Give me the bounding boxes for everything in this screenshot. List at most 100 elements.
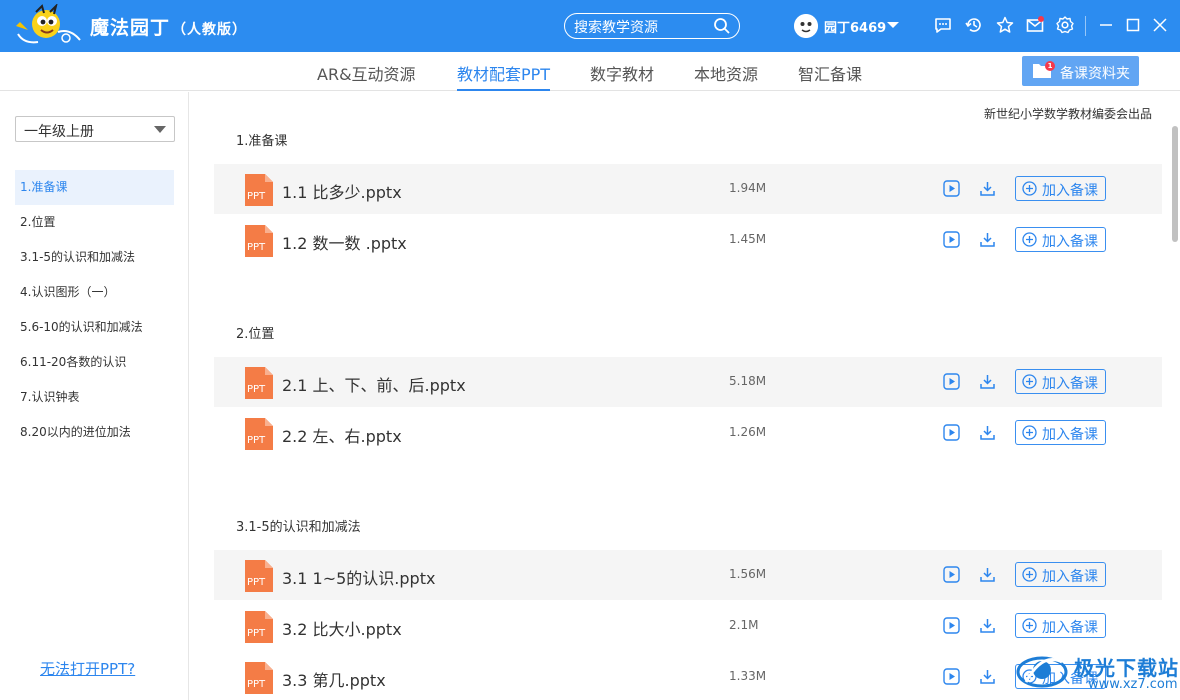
file-size: 1.26M	[729, 425, 767, 439]
sidebar-item-position[interactable]: 2.位置	[15, 205, 174, 240]
section-title: 2.位置	[236, 327, 275, 342]
search-box[interactable]: 搜索教学资源	[564, 13, 740, 39]
file-row[interactable]: PPT 2.1 上、下、前、后.pptx 5.18M 加入备课	[214, 357, 1162, 407]
avatar-face-icon	[794, 14, 818, 38]
minimize-icon[interactable]	[1096, 15, 1116, 35]
download-icon[interactable]	[979, 231, 996, 248]
sidebar: 一年级上册 1.准备课 2.位置 3.1-5的认识和加减法 4.认识图形（一） …	[0, 92, 189, 700]
add-to-prep-label: 加入备课	[1042, 620, 1098, 636]
sidebar-item-prep[interactable]: 1.准备课	[15, 170, 174, 205]
download-icon[interactable]	[979, 668, 996, 685]
preview-play-icon[interactable]	[943, 668, 960, 685]
plus-circle-icon	[1022, 374, 1037, 389]
sidebar-item-clock[interactable]: 7.认识钟表	[15, 380, 174, 415]
add-to-prep-button[interactable]: 加入备课	[1015, 227, 1106, 252]
section-title: 3.1-5的认识和加减法	[236, 520, 361, 535]
file-size: 5.18M	[729, 374, 767, 388]
preview-play-icon[interactable]	[943, 566, 960, 583]
add-to-prep-label: 加入备课	[1042, 569, 1098, 585]
file-row[interactable]: PPT 2.2 左、右.pptx 1.26M 加入备课	[214, 408, 1162, 458]
sidebar-item-shapes[interactable]: 4.认识图形（一）	[15, 275, 174, 310]
grade-select-value: 一年级上册	[24, 124, 94, 140]
watermark: 极光下载站 www.xz7.com	[1010, 640, 1178, 698]
star-icon[interactable]	[995, 15, 1015, 35]
file-name: 2.1 上、下、前、后.pptx	[282, 376, 466, 395]
add-to-prep-label: 加入备课	[1042, 234, 1098, 250]
preview-play-icon[interactable]	[943, 231, 960, 248]
tab-digital-textbook[interactable]: 数字教材	[590, 61, 654, 91]
tab-smart-prep[interactable]: 智汇备课	[798, 61, 862, 91]
app-title-text: 魔法园丁	[90, 17, 171, 39]
file-size: 1.45M	[729, 232, 767, 246]
file-name: 1.2 数一数 .pptx	[282, 234, 407, 253]
download-icon[interactable]	[979, 617, 996, 634]
notification-badge: 1	[1045, 61, 1055, 71]
file-row[interactable]: PPT 1.1 比多少.pptx 1.94M 加入备课	[214, 164, 1162, 214]
chevron-down-icon	[154, 126, 166, 133]
file-list: 新世纪小学数学教材编委会出品 1.准备课 PPT 1.1 比多少.pptx 1.…	[190, 92, 1180, 700]
mail-icon[interactable]	[1025, 15, 1045, 35]
plus-circle-icon	[1022, 181, 1037, 196]
search-input[interactable]: 搜索教学资源	[574, 17, 658, 37]
ppt-file-icon: PPT	[245, 225, 273, 257]
gear-icon[interactable]	[1055, 15, 1075, 35]
tab-textbook-ppt[interactable]: 教材配套PPT	[457, 61, 551, 91]
file-name: 3.1 1~5的认识.pptx	[282, 569, 436, 588]
add-to-prep-button[interactable]: 加入备课	[1015, 420, 1106, 445]
title-bar: 魔法园丁 （人教版） 搜索教学资源 园丁6469	[0, 0, 1180, 52]
grade-select[interactable]: 一年级上册	[15, 116, 175, 142]
ppt-file-icon-label: PPT	[247, 191, 266, 202]
ppt-file-icon-label: PPT	[247, 577, 266, 588]
close-icon[interactable]	[1150, 15, 1170, 35]
download-icon[interactable]	[979, 373, 996, 390]
ppt-file-icon-label: PPT	[247, 242, 266, 253]
add-to-prep-label: 加入备课	[1042, 427, 1098, 443]
plus-circle-icon	[1022, 232, 1037, 247]
add-to-prep-button[interactable]: 加入备课	[1015, 613, 1106, 638]
download-icon[interactable]	[979, 180, 996, 197]
app-logo	[16, 4, 81, 44]
ppt-file-icon: PPT	[245, 418, 273, 450]
preview-play-icon[interactable]	[943, 373, 960, 390]
tab-bar: AR&互动资源 教材配套PPT 数字教材 本地资源 智汇备课 1 备课资料夹	[0, 52, 1180, 91]
file-size: 2.1M	[729, 618, 759, 632]
preview-play-icon[interactable]	[943, 424, 960, 441]
plus-circle-icon	[1022, 618, 1037, 633]
vertical-scrollbar[interactable]	[1172, 126, 1178, 242]
history-icon[interactable]	[964, 15, 984, 35]
ppt-file-icon: PPT	[245, 560, 273, 592]
add-to-prep-label: 加入备课	[1042, 183, 1098, 199]
sidebar-item-carry-add[interactable]: 8.20以内的进位加法	[15, 415, 174, 450]
chevron-down-icon[interactable]	[886, 17, 900, 33]
add-to-prep-button[interactable]: 加入备课	[1015, 369, 1106, 394]
search-icon[interactable]	[713, 17, 731, 35]
download-icon[interactable]	[979, 424, 996, 441]
tab-ar-interactive[interactable]: AR&互动资源	[317, 61, 416, 91]
preview-play-icon[interactable]	[943, 617, 960, 634]
file-row[interactable]: PPT 3.1 1~5的认识.pptx 1.56M 加入备课	[214, 550, 1162, 600]
ppt-file-icon: PPT	[245, 367, 273, 399]
file-row[interactable]: PPT 1.2 数一数 .pptx 1.45M 加入备课	[214, 215, 1162, 265]
ppt-file-icon: PPT	[245, 611, 273, 643]
section-title: 1.准备课	[236, 134, 288, 149]
avatar[interactable]	[794, 14, 818, 38]
sidebar-item-6-10[interactable]: 5.6-10的认识和加减法	[15, 310, 174, 345]
username[interactable]: 园丁6469	[824, 17, 886, 36]
ppt-file-icon: PPT	[245, 174, 273, 206]
sidebar-item-1-5[interactable]: 3.1-5的认识和加减法	[15, 240, 174, 275]
prep-folder-button[interactable]: 1 备课资料夹	[1022, 56, 1139, 86]
tab-local-resources[interactable]: 本地资源	[694, 61, 758, 91]
ppt-file-icon-label: PPT	[247, 679, 266, 690]
watermark-logo-icon	[1016, 656, 1068, 688]
download-icon[interactable]	[979, 566, 996, 583]
add-to-prep-button[interactable]: 加入备课	[1015, 562, 1106, 587]
preview-play-icon[interactable]	[943, 180, 960, 197]
chat-icon[interactable]	[933, 15, 953, 35]
file-size: 1.33M	[729, 669, 767, 683]
file-name: 1.1 比多少.pptx	[282, 183, 402, 202]
watermark-url: www.xz7.com	[1088, 677, 1178, 692]
help-link[interactable]: 无法打开PPT?	[40, 658, 135, 679]
maximize-icon[interactable]	[1123, 15, 1143, 35]
sidebar-item-11-20[interactable]: 6.11-20各数的认识	[15, 345, 174, 380]
add-to-prep-button[interactable]: 加入备课	[1015, 176, 1106, 201]
